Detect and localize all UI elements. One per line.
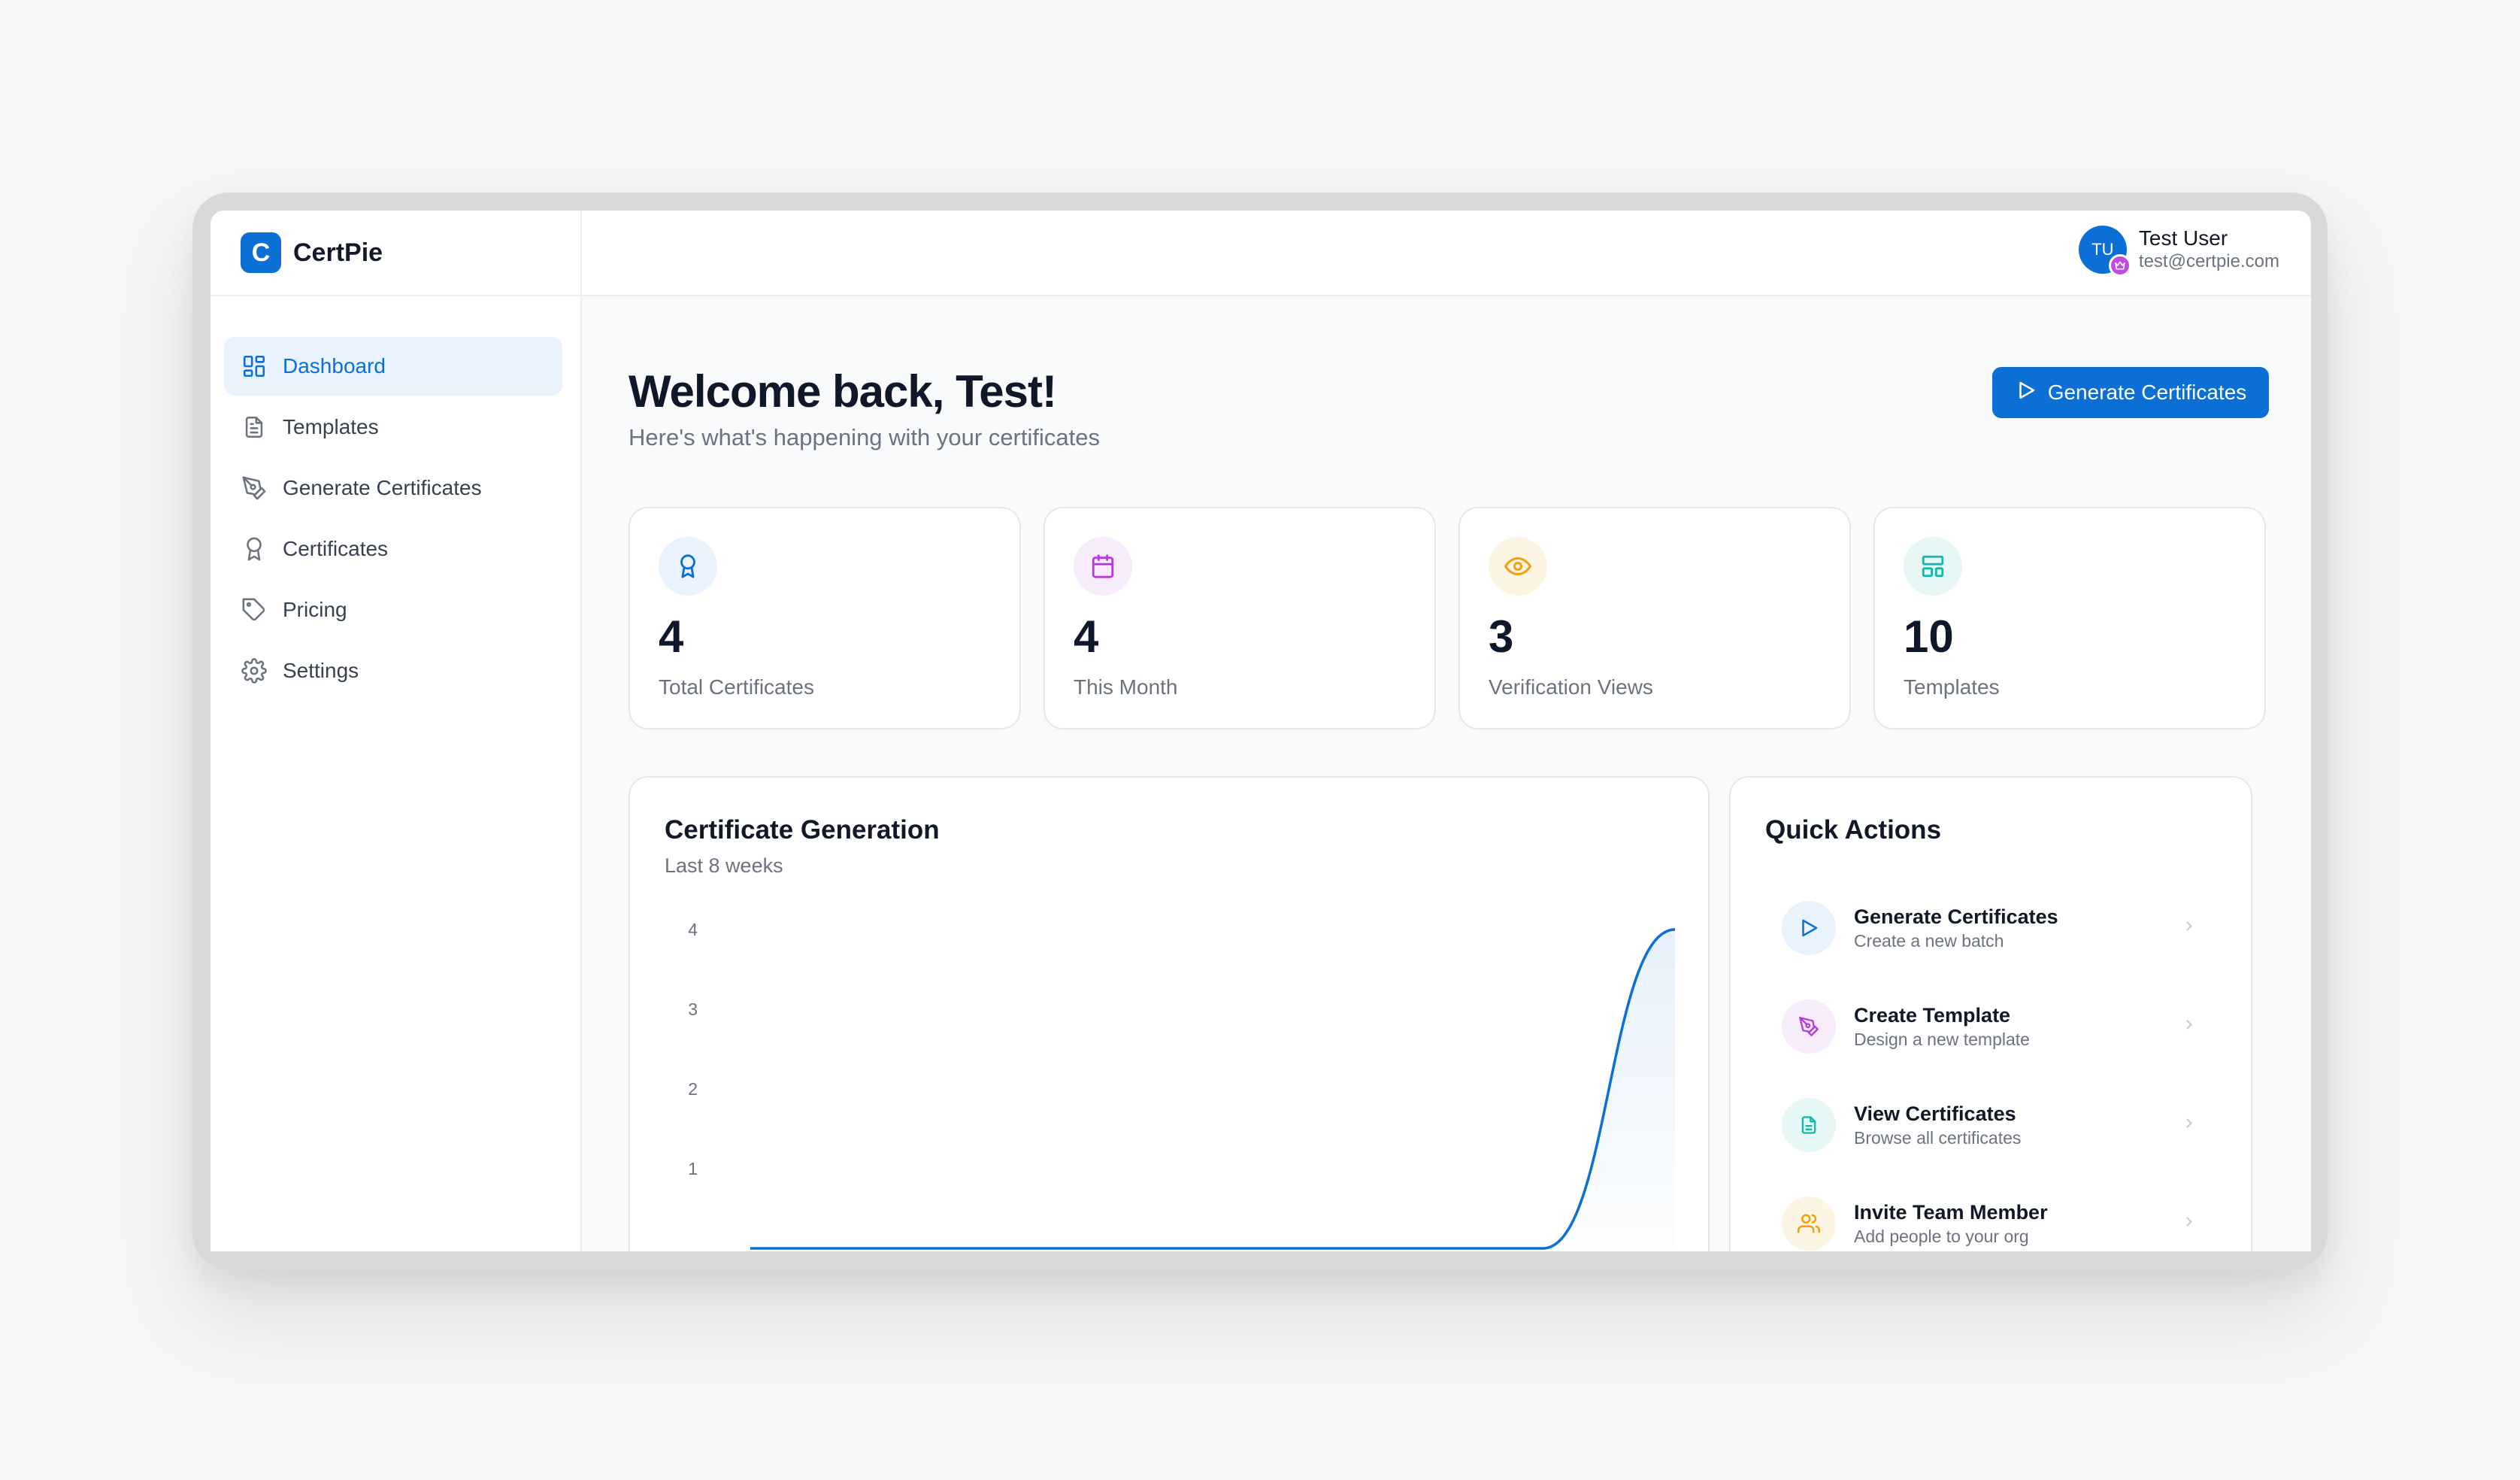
quick-actions-title: Quick Actions [1765,815,1942,845]
sidebar-item-label: Pricing [283,598,347,621]
brand-name: CertPie [293,238,383,267]
avatar[interactable]: TU [2078,226,2131,277]
sidebar-item-templates[interactable]: Templates [224,398,562,456]
file-icon [241,414,268,441]
quick-actions-list: Generate Certificates Create a new batch… [1746,878,2236,1251]
pen-tool-icon [1782,999,1836,1054]
sidebar-item-label: Generate Certificates [283,476,482,499]
page-subtitle: Here's what's happening with your certif… [628,424,1100,450]
quick-action-view-certificates[interactable]: View Certificates Browse all certificate… [1746,1075,2236,1174]
page-title: Welcome back, Test! [628,366,1057,417]
tag-icon [241,596,268,623]
award-icon [241,535,268,563]
y-tick-label: 2 [688,1079,698,1099]
gear-icon [241,657,268,684]
app-window: C CertPie Dashboard Templates Generate C… [211,211,2311,1251]
certificate-generation-chart-card: Certificate Generation Last 8 weeks 4321 [628,776,1710,1251]
sidebar-item-label: Certificates [283,537,389,560]
chevron-right-icon [2182,1115,2197,1134]
stat-label: Total Certificates [659,675,814,699]
crown-icon [2108,254,2131,277]
eye-icon [1489,537,1547,596]
play-icon [2015,379,2037,407]
calendar-icon [1074,537,1132,596]
user-menu[interactable]: TU Test User test@certpie.com [2078,226,2279,277]
avatar-initials: TU [2091,240,2114,259]
stat-card-verification-views: 3 Verification Views [1458,507,1851,729]
stat-value: 3 [1489,611,1514,662]
quick-action-create-template[interactable]: Create Template Design a new template [1746,977,2236,1075]
sidebar-item-label: Dashboard [283,354,386,378]
sidebar-item-label: Templates [283,415,379,438]
chevron-right-icon [2182,1017,2197,1036]
pen-tool-icon [241,475,268,502]
y-tick-label: 3 [688,999,698,1019]
series-area [750,930,1675,1248]
stat-card-templates: 10 Templates [1873,507,2266,729]
quick-action-label: Invite Team Member [1854,1200,2048,1224]
play-icon [1782,900,1836,955]
quick-action-description: Create a new batch [1854,930,2004,951]
layout-icon [1904,537,1962,596]
chevron-right-icon [2182,1214,2197,1233]
stat-label: Templates [1904,675,2000,699]
stat-label: Verification Views [1489,675,1653,699]
quick-action-invite-team-member[interactable]: Invite Team Member Add people to your or… [1746,1174,2236,1251]
generate-certificates-button-label: Generate Certificates [2047,381,2247,404]
stat-value: 4 [1074,611,1099,662]
sidebar: C CertPie Dashboard Templates Generate C… [211,211,582,1251]
sidebar-item-certificates[interactable]: Certificates [224,520,562,578]
quick-action-label: Generate Certificates [1854,905,2058,928]
dashboard-icon [241,353,268,380]
sidebar-item-label: Settings [283,659,359,682]
topbar: TU Test User test@certpie.com [582,211,2311,296]
quick-action-description: Add people to your org [1854,1226,2029,1246]
series-line [750,928,1676,1250]
stat-card-total-certificates: 4 Total Certificates [628,507,1021,729]
stat-value: 10 [1904,611,1954,662]
quick-action-description: Browse all certificates [1854,1127,2022,1148]
stats-row: 4 Total Certificates 4 This Month 3 Veri… [628,507,2266,729]
brand[interactable]: C CertPie [211,211,580,296]
user-email: test@certpie.com [2138,251,2279,271]
generate-certificates-button[interactable]: Generate Certificates [1992,367,2269,418]
stat-card-this-month: 4 This Month [1043,507,1436,729]
user-name: Test User [2138,226,2228,250]
users-icon [1782,1196,1836,1251]
sidebar-item-generate-certificates[interactable]: Generate Certificates [224,459,562,517]
quick-action-label: Create Template [1854,1003,2011,1027]
sidebar-item-dashboard[interactable]: Dashboard [224,337,562,396]
brand-logo-icon: C [241,232,281,273]
quick-action-description: Design a new template [1854,1029,2030,1049]
stat-label: This Month [1074,675,1178,699]
chevron-right-icon [2182,918,2197,937]
y-tick-label: 4 [688,920,698,939]
main-content: Welcome back, Test! Here's what's happen… [582,296,2311,1251]
user-info: Test User test@certpie.com [2139,226,2279,273]
stat-value: 4 [659,611,684,662]
quick-action-label: View Certificates [1854,1102,2016,1125]
y-tick-label: 1 [688,1159,698,1178]
award-icon [659,537,717,596]
sidebar-nav: Dashboard Templates Generate Certificate… [211,296,580,700]
quick-actions-card: Quick Actions Generate Certificates Crea… [1729,776,2252,1251]
sidebar-item-pricing[interactable]: Pricing [224,581,562,639]
file-icon [1782,1097,1836,1152]
quick-action-generate-certificates[interactable]: Generate Certificates Create a new batch [1746,878,2236,977]
area-chart: 4 3 2 1 [688,920,1676,1250]
sidebar-item-settings[interactable]: Settings [224,641,562,700]
